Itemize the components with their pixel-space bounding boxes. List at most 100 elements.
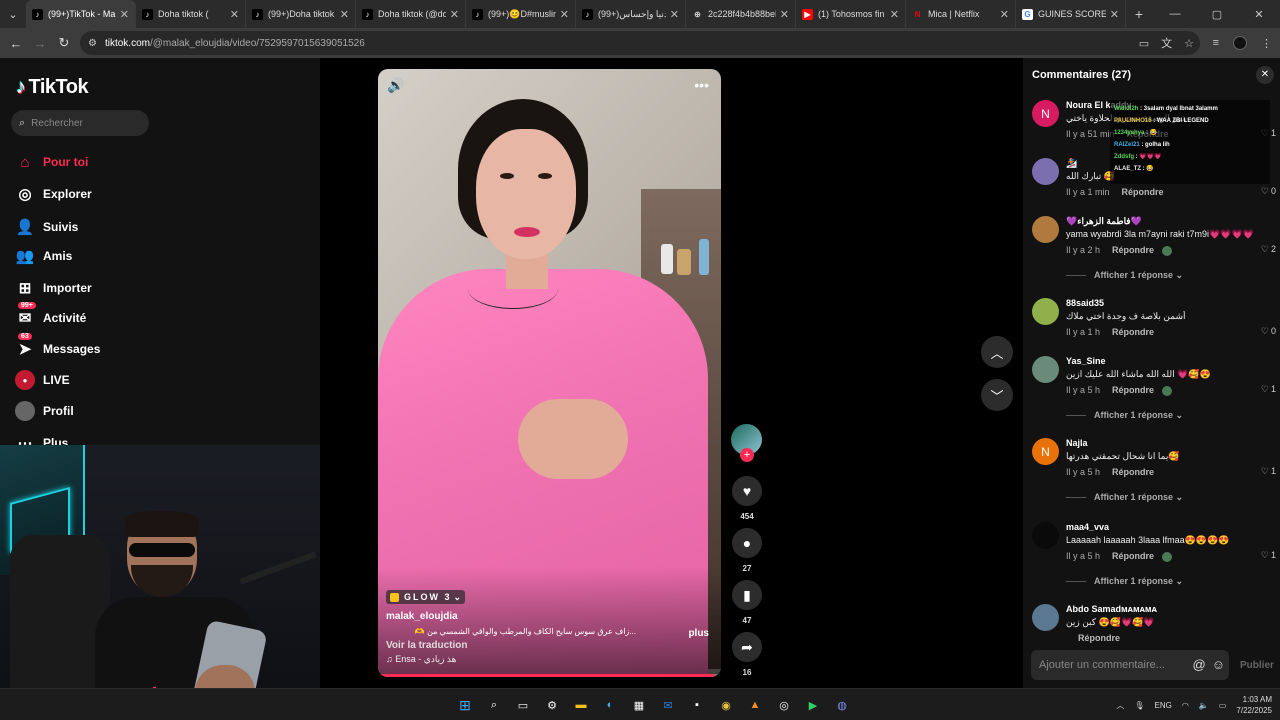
tiktok-logo[interactable]: ♪ TikTok — [16, 76, 89, 99]
minimize-button[interactable]: — — [1154, 8, 1196, 20]
commenter-avatar[interactable]: N — [1032, 438, 1059, 465]
profile-avatar-icon[interactable] — [1233, 36, 1247, 50]
tab-close-icon[interactable]: ✕ — [1110, 8, 1119, 21]
tab-search-button[interactable]: ⌄ — [0, 0, 26, 28]
chrome-icon[interactable]: ◉ — [717, 696, 735, 714]
commenter-avatar[interactable] — [1032, 298, 1059, 325]
share-button[interactable]: ➦ — [732, 632, 762, 662]
task-view-icon[interactable]: ▭ — [514, 696, 532, 714]
close-window-button[interactable]: ✕ — [1238, 8, 1280, 21]
file-explorer-icon[interactable]: ▬ — [572, 696, 590, 714]
reply-button[interactable]: Répondre — [1112, 327, 1154, 337]
sidebar-item-importer[interactable]: ⊞ Importer — [14, 278, 92, 298]
effect-badge[interactable]: GLOW 3 ⌄ — [386, 590, 466, 604]
sidebar-item-suivis[interactable]: 👤 Suivis — [14, 217, 79, 237]
browser-tab[interactable]: ♪ (99+)دنيا وإحساس ✕ — [576, 0, 686, 28]
comment-input[interactable]: Ajouter un commentaire... @ ☺ — [1031, 650, 1229, 680]
battery-icon[interactable]: ▭ — [1219, 701, 1227, 710]
emoji-icon[interactable]: ☺ — [1212, 657, 1225, 672]
volume-icon[interactable]: 🔈 — [1199, 701, 1209, 710]
reply-button[interactable]: Répondre — [1078, 633, 1120, 643]
tab-close-icon[interactable]: ✕ — [340, 8, 349, 21]
volume-icon[interactable]: 🔊 — [387, 77, 404, 94]
reply-button[interactable]: Répondre — [1112, 467, 1154, 477]
bookmark-star-icon[interactable]: ☆ — [1184, 37, 1194, 50]
commenter-name[interactable]: Abdo Samadᴍᴀᴍᴀᴍᴀ — [1066, 604, 1157, 614]
clock[interactable]: 1:03 AM 7/22/2025 — [1236, 694, 1272, 716]
search-icon[interactable]: ⌕ — [485, 696, 503, 714]
start-button[interactable]: ⊞ — [456, 696, 474, 714]
previous-video-button[interactable]: ︿ — [981, 336, 1013, 368]
tab-close-icon[interactable]: ✕ — [450, 8, 459, 21]
commenter-avatar[interactable] — [1032, 216, 1059, 243]
comment-like-button[interactable]: ♡1 — [1261, 550, 1276, 561]
tab-close-icon[interactable]: ✕ — [890, 8, 899, 21]
vlc-icon[interactable]: ▲ — [746, 696, 764, 714]
commenter-name[interactable]: 88said35 — [1066, 298, 1104, 308]
store-icon[interactable]: ▦ — [630, 696, 648, 714]
browser-tab[interactable]: ♪ (99+)😊D#muslin ✕ — [466, 0, 576, 28]
site-info-icon[interactable]: ⚙ — [88, 38, 97, 49]
terminal-icon[interactable]: ▪ — [688, 696, 706, 714]
sidebar-item-explorer[interactable]: ◎ Explorer — [14, 184, 91, 204]
tab-close-icon[interactable]: ✕ — [120, 8, 129, 21]
browser-tab[interactable]: ▶ (1) Tohosmos fin ✕ — [796, 0, 906, 28]
sidebar-item-messages[interactable]: ➤ 63 Messages — [14, 333, 100, 359]
commenter-avatar[interactable] — [1032, 356, 1059, 383]
comment-like-button[interactable]: ♡ 0 — [1261, 326, 1276, 337]
commenter-avatar[interactable]: N — [1032, 100, 1059, 127]
browser-menu-icon[interactable]: ⋮ — [1261, 37, 1272, 50]
new-tab-button[interactable]: + — [1126, 6, 1152, 22]
reply-button[interactable]: Répondre — [1112, 385, 1154, 395]
video-author[interactable]: malak_eloujdia — [386, 611, 458, 622]
comment-like-button[interactable]: ♡ 0 — [1261, 186, 1276, 197]
sidebar-item-pourtoi[interactable]: ⌂ Pour toi — [14, 152, 88, 172]
commenter-name[interactable]: 💜فاطمة الزهراء💜 — [1066, 216, 1142, 227]
comment-like-button[interactable]: ♡1 — [1261, 384, 1276, 395]
tab-close-icon[interactable]: ✕ — [560, 8, 569, 21]
commenter-name[interactable]: Najla — [1066, 438, 1088, 448]
tab-close-icon[interactable]: ✕ — [670, 8, 679, 21]
tab-close-icon[interactable]: ✕ — [1000, 8, 1009, 21]
translate-link[interactable]: Voir la traduction — [386, 640, 468, 651]
commenter-name[interactable]: maa4_vva — [1066, 522, 1109, 532]
close-comments-button[interactable]: ✕ — [1256, 66, 1274, 84]
forward-button[interactable]: → — [28, 36, 52, 51]
video-player[interactable]: 🔊 ••• GLOW 3 ⌄ malak_eloujdia ...زاف عرق… — [378, 69, 721, 677]
show-replies-button[interactable]: Afficher 1 réponse ⌄ — [1066, 576, 1183, 587]
publish-button[interactable]: Publier — [1240, 660, 1274, 671]
microphone-icon[interactable]: 🎙 — [1134, 701, 1144, 710]
comment-like-button[interactable]: ♡ 2 — [1261, 244, 1276, 255]
see-more-link[interactable]: plus — [688, 628, 709, 639]
show-replies-button[interactable]: Afficher 1 réponse ⌄ — [1066, 492, 1183, 503]
browser-tab[interactable]: ♪ (99+)TikTok - Mal ✕ — [26, 0, 136, 28]
commenter-avatar[interactable] — [1032, 604, 1059, 631]
comment-button[interactable]: ● — [732, 528, 762, 558]
sidebar-item-profil[interactable]: Profil — [14, 401, 74, 421]
reply-button[interactable]: Répondre — [1112, 245, 1154, 255]
discord-icon[interactable]: ◍ — [833, 696, 851, 714]
commenter-avatar[interactable] — [1032, 522, 1059, 549]
wifi-icon[interactable]: ◠ — [1182, 701, 1189, 710]
reading-list-icon[interactable]: ≡ — [1213, 37, 1219, 49]
reply-button[interactable]: Répondre — [1122, 187, 1164, 197]
translate-icon[interactable]: 文 — [1161, 35, 1172, 51]
settings-icon[interactable]: ⚙ — [543, 696, 561, 714]
sidebar-item-activit[interactable]: ✉ 99+ Activité — [14, 302, 86, 328]
commenter-avatar[interactable] — [1032, 158, 1059, 185]
search-input[interactable]: ⌕ Rechercher — [11, 110, 149, 136]
video-progress[interactable] — [378, 674, 721, 677]
comment-like-button[interactable]: ♡1 — [1261, 466, 1276, 477]
outlook-icon[interactable]: ✉ — [659, 696, 677, 714]
reload-button[interactable]: ↻ — [52, 35, 76, 51]
commenter-name[interactable]: 🏂 — [1066, 158, 1077, 169]
commenter-name[interactable]: Yas_Sine — [1066, 356, 1106, 366]
media-player-icon[interactable]: ▶ — [804, 696, 822, 714]
like-button[interactable]: ♥ — [732, 476, 762, 506]
mention-icon[interactable]: @ — [1193, 657, 1206, 672]
obs-icon[interactable]: ◎ — [775, 696, 793, 714]
tray-overflow-icon[interactable]: ︿ — [1116, 700, 1124, 711]
tab-close-icon[interactable]: ✕ — [780, 8, 789, 21]
video-options-icon[interactable]: ••• — [694, 77, 709, 93]
maximize-button[interactable]: ▢ — [1196, 8, 1238, 21]
